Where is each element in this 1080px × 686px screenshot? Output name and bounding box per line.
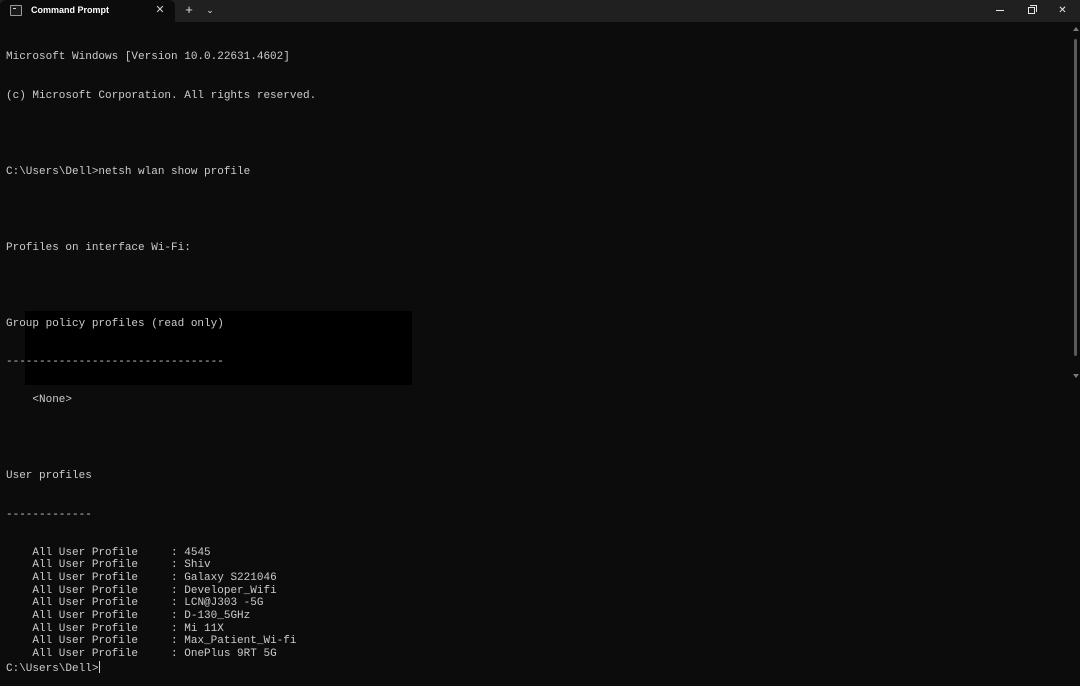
profile-separator: : — [138, 597, 185, 610]
prompt: C:\Users\Dell> — [6, 662, 99, 675]
scrollbar-thumb[interactable] — [1074, 39, 1077, 356]
profile-separator: : — [138, 584, 185, 597]
profile-list: All User Profile : 4545 All User Profile… — [6, 547, 1066, 661]
minimize-icon — [995, 9, 1004, 11]
user-profiles-rule: ------------- — [6, 508, 92, 521]
profile-label: All User Profile — [32, 648, 139, 661]
tab-dropdown-button[interactable]: ⌄ — [203, 3, 217, 17]
new-tab-button[interactable]: + — [182, 3, 196, 17]
profile-label: All User Profile — [32, 622, 139, 635]
profile-separator: : — [138, 572, 185, 584]
tab-command-prompt[interactable]: Command Prompt ✕ — [0, 0, 175, 22]
version-line: Microsoft Windows [Version 10.0.22631.46… — [6, 51, 290, 64]
copyright-line: (c) Microsoft Corporation. All rights re… — [6, 89, 317, 102]
terminal-icon — [10, 5, 22, 16]
profile-label: All User Profile — [32, 546, 139, 559]
profile-label: All User Profile — [32, 610, 139, 623]
close-window-button[interactable]: ✕ — [1045, 0, 1080, 22]
text-cursor — [99, 660, 101, 673]
maximize-button[interactable] — [1014, 0, 1049, 22]
group-policy-header: Group policy profiles (read only) — [6, 318, 224, 331]
title-bar: Command Prompt ✕ + ⌄ ✕ — [0, 0, 1080, 22]
close-tab-icon[interactable]: ✕ — [153, 3, 167, 17]
profile-label: All User Profile — [32, 559, 139, 572]
terminal-output[interactable]: Microsoft Windows [Version 10.0.22631.46… — [6, 26, 1066, 675]
profile-name: 4545 — [184, 546, 211, 559]
profile-label: All User Profile — [32, 635, 139, 648]
profile-separator: : — [138, 610, 185, 623]
restore-icon — [1028, 4, 1037, 14]
scroll-down-arrow-icon[interactable] — [1073, 374, 1079, 378]
profile-row: All User Profile : Max_Patient_Wi-fi — [6, 635, 1066, 648]
scrollbar[interactable] — [1073, 24, 1079, 383]
profile-separator: : — [138, 559, 185, 572]
profile-row: All User Profile : Shiv — [6, 559, 1066, 572]
profile-row: All User Profile : 4545 — [6, 547, 1066, 560]
tab-title: Command Prompt — [31, 5, 110, 15]
profile-name: Shiv — [184, 559, 211, 572]
profile-name: Mi 11X — [184, 622, 224, 635]
profile-label: All User Profile — [32, 584, 139, 597]
profile-name: Galaxy S221046 — [184, 572, 277, 584]
profile-separator: : — [138, 648, 185, 661]
profile-row: All User Profile : D-130_5GHz — [6, 610, 1066, 623]
prompt-line: C:\Users\Dell> — [6, 660, 1066, 675]
minimize-button[interactable] — [982, 0, 1017, 22]
profile-separator: : — [138, 546, 185, 559]
profile-label: All User Profile — [32, 597, 139, 610]
profile-row: All User Profile : Galaxy S221046 — [6, 572, 1066, 585]
user-profiles-header: User profiles — [6, 470, 92, 483]
profile-row: All User Profile : OnePlus 9RT 5G — [6, 648, 1066, 661]
profile-label: All User Profile — [32, 572, 139, 584]
group-policy-rule: --------------------------------- — [6, 356, 224, 369]
scroll-up-arrow-icon[interactable] — [1073, 27, 1079, 31]
profile-name: Developer_Wifi — [184, 584, 277, 597]
profile-name: OnePlus 9RT 5G — [184, 648, 277, 661]
profile-row: All User Profile : LCN@J303 -5G — [6, 597, 1066, 610]
group-policy-none: <None> — [6, 394, 73, 407]
profile-name: Max_Patient_Wi-fi — [184, 635, 297, 648]
profile-separator: : — [138, 635, 185, 648]
profiles-header: Profiles on interface Wi-Fi: — [6, 241, 191, 254]
profile-separator: : — [138, 622, 185, 635]
command-line: C:\Users\Dell>netsh wlan show profile — [6, 165, 251, 178]
profile-name: D-130_5GHz — [184, 610, 251, 623]
profile-name: LCN@J303 -5G — [184, 597, 264, 610]
